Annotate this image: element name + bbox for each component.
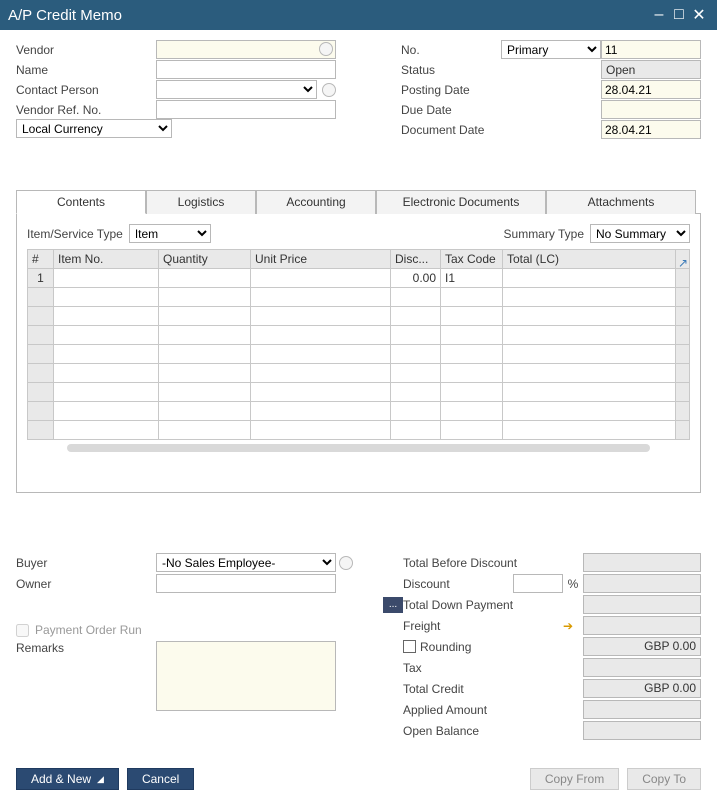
rounding-checkbox[interactable] (403, 640, 416, 653)
table-row[interactable] (28, 288, 690, 307)
contact-detail-icon[interactable] (322, 83, 336, 97)
vendor-input[interactable] (156, 40, 336, 59)
tax-label: Tax (403, 661, 513, 675)
buyer-select[interactable]: -No Sales Employee- (156, 553, 336, 572)
window-title: A/P Credit Memo (8, 7, 649, 24)
tab-bar: Contents Logistics Accounting Electronic… (16, 189, 701, 214)
col-qty: Quantity (159, 250, 251, 269)
docdate-label: Document Date (401, 123, 501, 137)
payment-order-run-checkbox (16, 624, 29, 637)
due-date-input[interactable] (601, 100, 701, 119)
table-row[interactable] (28, 307, 690, 326)
applied-amount-value (583, 700, 701, 719)
vendor-lookup-icon[interactable] (319, 42, 333, 56)
open-balance-label: Open Balance (403, 724, 513, 738)
contact-select[interactable] (156, 80, 317, 99)
owner-input[interactable] (156, 574, 336, 593)
col-disc: Disc... (391, 250, 441, 269)
rounding-value: GBP 0.00 (583, 637, 701, 656)
payment-order-run-label: Payment Order Run (35, 623, 142, 637)
col-tax: Tax Code (441, 250, 503, 269)
remarks-label: Remarks (16, 641, 156, 655)
vendor-label: Vendor (16, 43, 156, 57)
tab-accounting[interactable]: Accounting (256, 190, 376, 214)
name-label: Name (16, 63, 156, 77)
currency-select[interactable]: Local Currency (16, 119, 172, 138)
discount-value (583, 574, 701, 593)
title-bar: A/P Credit Memo ‒ □ ✕ (0, 0, 717, 30)
due-label: Due Date (401, 103, 501, 117)
table-row[interactable] (28, 383, 690, 402)
horizontal-scrollbar[interactable] (67, 444, 650, 452)
owner-label: Owner (16, 577, 156, 591)
no-label: No. (401, 43, 501, 57)
open-balance-value (583, 721, 701, 740)
close-icon[interactable]: ✕ (689, 5, 709, 25)
status-value: Open (601, 60, 701, 79)
vendorref-input[interactable] (156, 100, 336, 119)
contact-label: Contact Person (16, 83, 156, 97)
tab-contents[interactable]: Contents (16, 190, 146, 214)
posting-label: Posting Date (401, 83, 501, 97)
no-input[interactable] (601, 40, 701, 59)
table-row[interactable] (28, 364, 690, 383)
freight-value (583, 616, 701, 635)
tab-page-contents: Item/Service Type Item Summary Type No S… (16, 214, 701, 493)
cancel-button[interactable]: Cancel (127, 768, 194, 790)
maximize-icon[interactable]: □ (669, 6, 689, 24)
col-unitprice: Unit Price (251, 250, 391, 269)
item-service-select[interactable]: Item (129, 224, 211, 243)
down-payment-button[interactable]: ... (383, 597, 403, 613)
table-row[interactable] (28, 421, 690, 440)
col-itemno: Item No. (54, 250, 159, 269)
table-row[interactable] (28, 345, 690, 364)
vendorref-label: Vendor Ref. No. (16, 103, 156, 117)
summary-type-select[interactable]: No Summary (590, 224, 690, 243)
tab-electronic-documents[interactable]: Electronic Documents (376, 190, 546, 214)
buyer-label: Buyer (16, 556, 156, 570)
copy-from-button[interactable]: Copy From (530, 768, 619, 790)
tax-value (583, 658, 701, 677)
docdate-input[interactable] (601, 120, 701, 139)
total-before-discount-label: Total Before Discount (403, 556, 513, 570)
status-label: Status (401, 63, 501, 77)
table-row[interactable] (28, 326, 690, 345)
discount-label: Discount (403, 577, 513, 591)
caret-down-icon: ◢ (97, 774, 104, 785)
remarks-input[interactable] (156, 641, 336, 711)
buyer-detail-icon[interactable] (339, 556, 353, 570)
item-service-label: Item/Service Type (27, 227, 123, 241)
minimize-icon[interactable]: ‒ (649, 6, 669, 24)
posting-date-input[interactable] (601, 80, 701, 99)
rounding-label: Rounding (420, 640, 471, 654)
table-row[interactable]: 1 0.00 I1 (28, 269, 690, 288)
summary-type-label: Summary Type (504, 227, 584, 241)
add-new-button[interactable]: Add & New◢ (16, 768, 119, 790)
tab-attachments[interactable]: Attachments (546, 190, 696, 214)
total-before-discount-value (583, 553, 701, 572)
col-num: # (28, 250, 54, 269)
table-row[interactable] (28, 402, 690, 421)
freight-link-icon[interactable]: ➔ (563, 619, 583, 633)
no-series-select[interactable]: Primary (501, 40, 601, 59)
tab-logistics[interactable]: Logistics (146, 190, 256, 214)
total-down-payment-label: Total Down Payment (403, 598, 563, 612)
name-input[interactable] (156, 60, 336, 79)
total-credit-value: GBP 0.00 (583, 679, 701, 698)
items-grid[interactable]: # Item No. Quantity Unit Price Disc... T… (27, 249, 690, 440)
expand-grid-icon[interactable]: ↗ (678, 256, 688, 270)
total-credit-label: Total Credit (403, 682, 513, 696)
applied-amount-label: Applied Amount (403, 703, 513, 717)
total-down-payment-value (583, 595, 701, 614)
discount-percent-input[interactable] (513, 574, 563, 593)
copy-to-button[interactable]: Copy To (627, 768, 701, 790)
col-total: Total (LC) (503, 250, 676, 269)
freight-label: Freight (403, 619, 513, 633)
